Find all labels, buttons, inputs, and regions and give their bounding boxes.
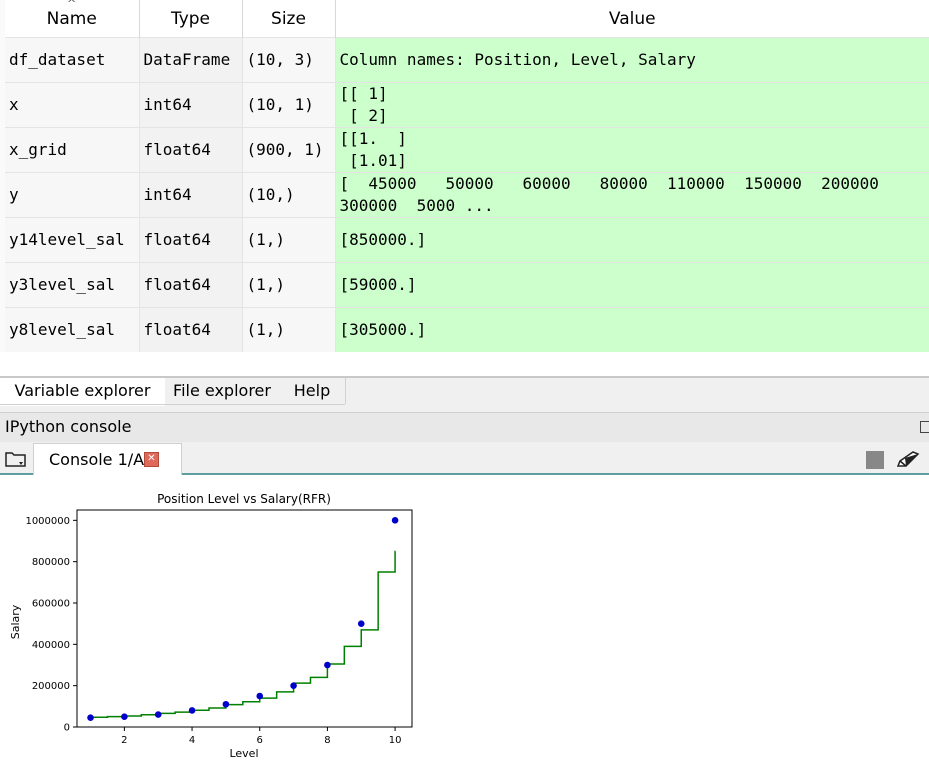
column-header-type[interactable]: Type [139,0,243,38]
table-row[interactable]: x int64 (10, 1) [[ 1] [ 2] [5,82,929,128]
scatter-point [256,692,264,700]
table-row[interactable]: y8level_sal float64 (1,) [305000.] [5,307,929,352]
scatter-point [222,700,230,708]
x-tick-label: 4 [189,735,195,746]
plot-frame [76,509,413,728]
y-tick-label: 200000 [32,681,70,692]
cell-type: DataFrame [139,37,243,83]
column-header-name[interactable]: ^ Name [5,0,140,38]
scatter-point [188,707,196,714]
sort-arrow-icon: ^ [67,0,77,10]
cell-type: float64 [139,307,243,352]
cell-name: x_grid [5,127,140,173]
chart-title: Position Level vs Salary(RFR) [157,492,331,506]
ipython-console-header: IPython console [0,412,929,443]
undock-icon[interactable] [920,421,929,433]
x-axis-label: Level [229,747,258,760]
x-tick-label: 10 [389,735,402,746]
y-tick-label: 400000 [32,640,70,651]
table-row[interactable]: df_dataset DataFrame (10, 3) Column name… [5,37,929,83]
x-tick-label: 8 [324,735,330,746]
console-tab[interactable]: Console 1/A ✕ [33,443,182,475]
plot-marks: 2 4 6 8 10 0 200000 400000 600000 800000 1000000 [25,509,413,746]
stop-icon[interactable] [866,451,884,469]
cell-name: x [5,82,140,128]
folder-icon[interactable] [5,450,27,472]
y-tick-label: 1000000 [25,516,70,527]
x-tick-label: 2 [121,735,127,746]
cell-name: y14level_sal [5,217,140,263]
console-tab-bar: Console 1/A ✕ [0,442,929,475]
cell-size: (10, 1) [242,82,336,128]
column-header-size[interactable]: Size [242,0,336,38]
cell-value: [59000.] [335,262,929,308]
variable-table: ^ Name Type Size Value df_dataset DataFra… [5,0,929,352]
cell-value: [[ 1] [ 2] [335,82,929,128]
cell-value: [[1. ] [1.01] [335,127,929,173]
pane-tab-bar: Variable explorer File explorer Help [0,378,929,412]
table-header: ^ Name Type Size Value [5,0,929,38]
scatter-point [357,620,365,627]
cell-size: (900, 1) [242,127,336,173]
cell-size: (1,) [242,217,336,263]
salary-chart: Position Level vs Salary(RFR) Level Sala… [9,492,413,760]
cell-value: [ 45000 50000 60000 80000 110000 150000 … [335,172,929,218]
y-tick-label: 600000 [32,599,70,610]
tab-variable-explorer[interactable]: Variable explorer [0,378,166,406]
cell-value: [850000.] [335,217,929,263]
scatter-point [87,714,94,721]
table-row[interactable]: x_grid float64 (900, 1) [[1. ] [1.01] [5,127,929,173]
cell-size: (1,) [242,262,336,308]
scatter-point [391,517,399,524]
tab-help[interactable]: Help [279,378,346,404]
cell-name: y8level_sal [5,307,140,352]
cell-value: Column names: Position, Level, Salary [335,37,929,83]
cell-name: df_dataset [5,37,140,83]
tab-file-explorer[interactable]: File explorer [165,378,280,404]
cell-type: float64 [139,217,243,263]
cell-name: y [5,172,140,218]
cell-type: int64 [139,172,243,218]
cell-type: float64 [139,127,243,173]
table-row[interactable]: y14level_sal float64 (1,) [850000.] [5,217,929,263]
scatter-point [324,661,331,669]
plot-output: Position Level vs Salary(RFR) Level Sala… [0,475,929,767]
scatter-point [290,682,297,689]
cell-value: [305000.] [335,307,929,352]
y-axis-label: Salary [9,604,22,639]
table-row[interactable]: y int64 (10,) [ 45000 50000 60000 80000 … [5,172,929,218]
console-tab-label: Console 1/A [49,450,145,469]
scatter-point [154,711,162,718]
step-line-series [90,550,396,719]
ipython-console-title: IPython console [5,417,132,436]
column-header-value[interactable]: Value [335,0,929,38]
eraser-icon[interactable] [896,451,920,473]
table-row[interactable]: y3level_sal float64 (1,) [59000.] [5,262,929,308]
scatter-point [121,713,128,720]
close-icon[interactable]: ✕ [144,452,159,467]
cell-type: int64 [139,82,243,128]
tab-underline [0,404,345,405]
table-bottom-space [0,352,929,377]
x-tick-label: 6 [257,735,263,746]
cell-type: float64 [139,262,243,308]
y-tick-label: 0 [64,723,70,734]
cell-name: y3level_sal [5,262,140,308]
cell-size: (10,) [242,172,336,218]
y-tick-label: 800000 [32,557,70,568]
cell-size: (1,) [242,307,336,352]
cell-size: (10, 3) [242,37,336,83]
